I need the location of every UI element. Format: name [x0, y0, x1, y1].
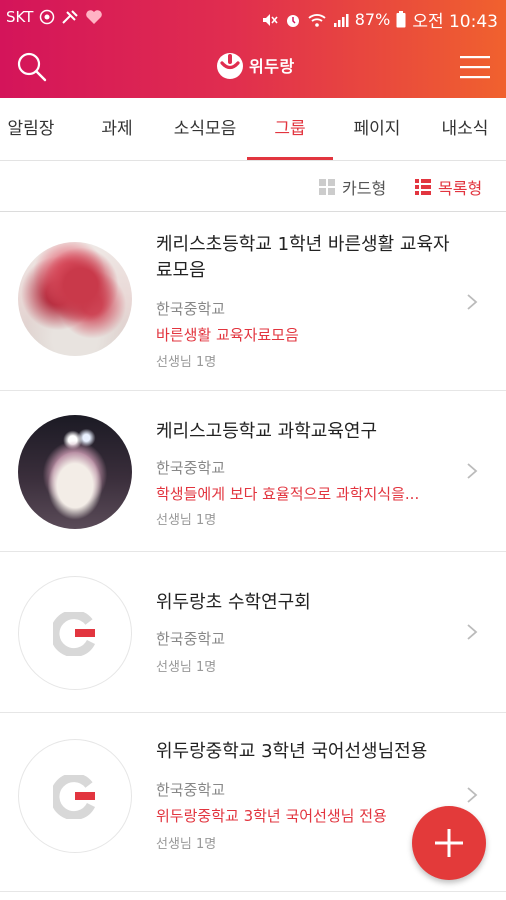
alarm-icon — [286, 14, 299, 27]
add-group-button[interactable] — [412, 806, 486, 880]
group-members: 선생님 1명 — [156, 660, 217, 675]
tab-page[interactable]: 페이지 — [344, 98, 410, 160]
group-school: 한국중학교 — [156, 781, 226, 799]
group-description: 위두랑중학교 3학년 국어선생님 전용 — [156, 807, 387, 825]
chevron-right-icon — [467, 294, 478, 310]
chevron-right-icon — [467, 787, 478, 803]
tab-notice[interactable]: 알림장 — [0, 98, 62, 160]
tab-group[interactable]: 그룹 — [256, 98, 324, 160]
tab-assignment[interactable]: 과제 — [92, 98, 142, 160]
clock: 오전 10:43 — [412, 12, 498, 32]
signal-icon — [333, 13, 349, 27]
group-title: 위두랑중학교 3학년 국어선생님전용 — [156, 741, 428, 762]
logo-text: 위두랑 — [249, 57, 295, 76]
grid-icon — [319, 179, 335, 195]
mute-icon — [262, 13, 278, 26]
tab-news-collection[interactable]: 소식모음 — [164, 98, 246, 160]
notification-icon — [40, 9, 55, 25]
list-item[interactable]: 케리스초등학교 1학년 바른생활 교육자료모음 한국중학교 바른생활 교육자료모… — [0, 212, 506, 391]
group-school: 한국중학교 — [156, 459, 226, 477]
g-logo-icon — [53, 775, 96, 819]
group-description: 바른생활 교육자료모음 — [156, 326, 299, 344]
app-bar: 위두랑 — [0, 34, 506, 98]
app-logo: 위두랑 — [213, 50, 295, 80]
battery-icon — [396, 11, 406, 28]
search-icon[interactable] — [17, 52, 47, 82]
group-description: 학생들에게 보다 효율적으로 과학지식을... — [156, 485, 420, 503]
menu-icon[interactable] — [460, 54, 490, 80]
group-list: 케리스초등학교 1학년 바른생활 교육자료모음 한국중학교 바른생활 교육자료모… — [0, 212, 506, 892]
group-title: 위두랑초 수학연구회 — [156, 592, 311, 613]
plus-icon — [435, 829, 463, 857]
view-toggle-bar: 카드형 목록형 — [0, 161, 506, 212]
list-icon — [415, 179, 431, 195]
chevron-right-icon — [467, 463, 478, 479]
group-avatar — [18, 242, 132, 356]
carrier-label: SKT — [6, 8, 34, 26]
wifi-icon — [308, 13, 326, 27]
group-members: 선생님 1명 — [156, 513, 217, 528]
tab-my-news[interactable]: 내소식 — [432, 98, 498, 160]
list-item[interactable]: 위두랑초 수학연구회 한국중학교 선생님 1명 — [0, 552, 506, 713]
group-members: 선생님 1명 — [156, 837, 217, 852]
heart-icon — [86, 10, 103, 24]
battery-percent: 87% — [354, 10, 391, 29]
group-title: 케리스고등학교 과학교육연구 — [156, 421, 378, 442]
card-view-label: 카드형 — [342, 179, 387, 198]
list-item[interactable]: 케리스고등학교 과학교육연구 한국중학교 학생들에게 보다 효율적으로 과학지식… — [0, 391, 506, 552]
satellite-icon — [62, 10, 79, 24]
group-title: 케리스초등학교 1학년 바른생활 교육자료모음 — [156, 234, 450, 281]
group-members: 선생님 1명 — [156, 355, 217, 370]
group-avatar — [18, 739, 132, 853]
group-avatar — [18, 576, 132, 690]
list-view-label: 목록형 — [438, 179, 483, 198]
main-tabs: 알림장 과제 소식모음 그룹 페이지 내소식 — [0, 98, 506, 161]
group-school: 한국중학교 — [156, 300, 226, 318]
status-bar: SKT 87% 오전 10:43 — [0, 0, 506, 34]
app-header: SKT 87% 오전 10:43 위두랑 — [0, 0, 506, 98]
list-view-option[interactable]: 목록형 — [414, 175, 482, 199]
g-logo-icon — [53, 612, 96, 656]
card-view-option[interactable]: 카드형 — [318, 175, 386, 199]
group-avatar — [18, 415, 132, 529]
group-school: 한국중학교 — [156, 630, 226, 648]
logo-mark-icon — [217, 53, 243, 79]
active-tab-indicator — [247, 157, 333, 160]
chevron-right-icon — [467, 624, 478, 640]
